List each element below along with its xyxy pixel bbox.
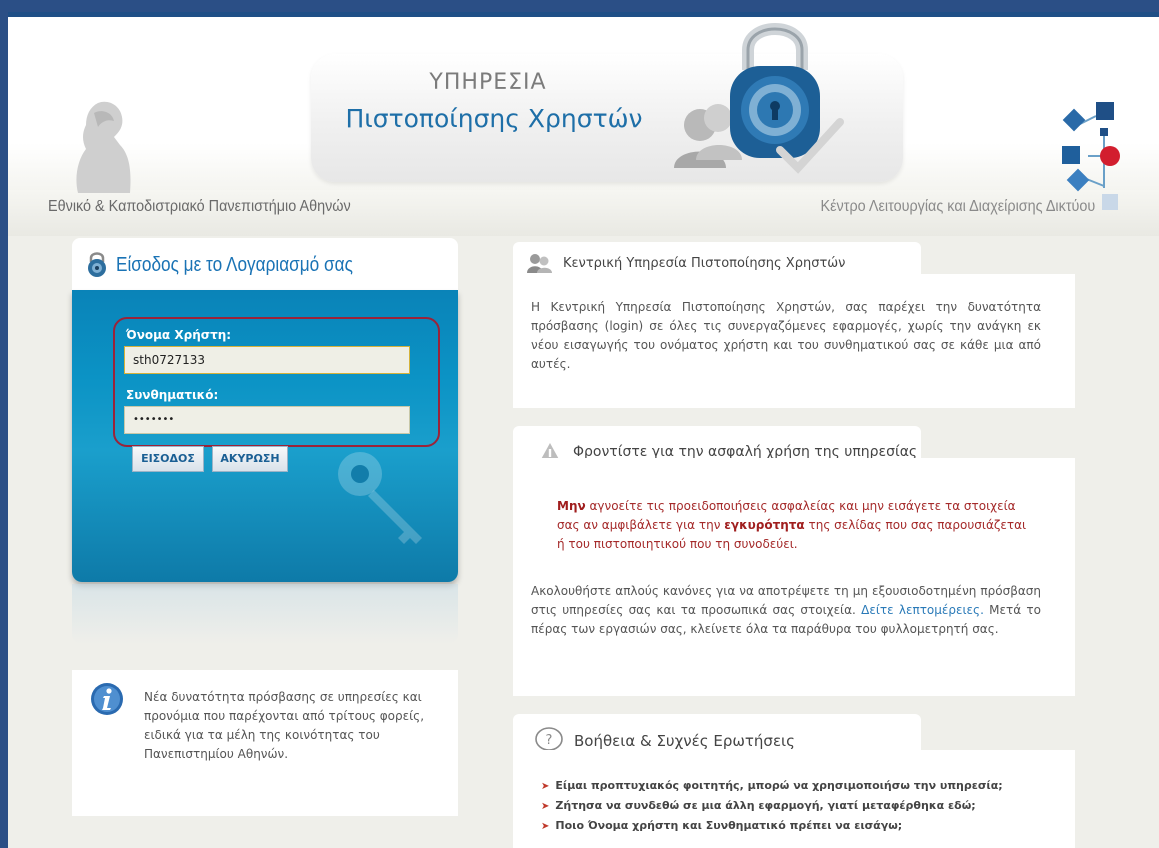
safety-tips-text: Ακολουθήστε απλούς κανόνες για να αποτρέ… [531, 582, 1041, 639]
faq-item[interactable]: ➤ Ποιο Όνομα χρήστη και Συνθηματικό πρέπε… [541, 816, 1003, 836]
warning-strong-dont: Μην [557, 499, 586, 513]
login-submit-button[interactable]: ΕΙΣΟΔΟΣ [132, 446, 204, 472]
password-label: Συνθηματικό: [126, 388, 219, 402]
faq-item[interactable]: ➤ Ζήτησα να συνδεθώ σε μια άλλη εφαρμογή,… [541, 796, 1003, 816]
faq-question[interactable]: Ζήτησα να συνδεθώ σε μια άλλη εφαρμογή, … [555, 799, 975, 812]
login-cancel-button[interactable]: ΑΚΥΡΩΣΗ [212, 446, 288, 472]
faq-question[interactable]: Ποιο Όνομα χρήστη και Συνθηματικό πρέπει… [555, 819, 902, 832]
details-link[interactable]: Δείτε λεπτομέρειες. [861, 603, 984, 617]
central-service-title: Κεντρική Υπηρεσία Πιστοποίησης Χρηστών [563, 256, 846, 271]
service-title-line1: ΥΠΗΡΕΣΙΑ [429, 70, 547, 95]
safety-panel [513, 458, 1075, 696]
center-name: Κέντρο Λειτουργίας και Διαχείρισης Δικτύ… [820, 198, 1095, 215]
users-icon [527, 254, 552, 273]
university-statue-logo [76, 101, 131, 193]
info-text: Νέα δυνατότητα πρόσβασης σε υπηρεσίες κα… [144, 690, 425, 761]
svg-text:?: ? [546, 733, 553, 748]
faq-item[interactable]: ➤ Είμαι προπτυχιακός φοιτητής, μπορώ να χ… [541, 776, 1003, 796]
faq-list: ➤ Είμαι προπτυχιακός φοιτητής, μπορώ να χ… [541, 776, 1003, 836]
help-title: Βοήθεια & Συχνές Ερωτήσεις [574, 732, 795, 750]
padlock-icon [674, 23, 844, 174]
info-icon [91, 683, 123, 715]
password-input[interactable]: ••••••• [124, 406, 410, 434]
login-title: Είσοδος με το Λογαριασμό σας [116, 254, 353, 276]
arrow-icon: ➤ [541, 801, 550, 812]
university-name: Εθνικό & Καποδιστριακό Πανεπιστήμιο Αθην… [48, 198, 351, 215]
faq-question[interactable]: Είμαι προπτυχιακός φοιτητής, μπορώ να χρ… [555, 779, 1002, 792]
central-service-text: Η Κεντρική Υπηρεσία Πιστοποίησης Χρηστών… [531, 300, 1041, 371]
lock-icon [88, 252, 106, 277]
username-label: Όνομα Χρήστη: [126, 328, 232, 342]
warning-strong-validity: εγκυρότητα [724, 518, 805, 532]
login-panel-reflection [72, 584, 458, 644]
service-title-line2: Πιστοποίησης Χρηστών [345, 104, 643, 133]
arrow-icon: ➤ [541, 821, 550, 832]
arrow-icon: ➤ [541, 781, 550, 792]
safety-warning-text: Μην αγνοείτε τις προειδοποιήσεις ασφαλεί… [557, 497, 1027, 554]
key-icon [338, 452, 422, 544]
username-input[interactable]: sth0727133 [124, 346, 410, 374]
help-icon: ? [535, 727, 563, 751]
